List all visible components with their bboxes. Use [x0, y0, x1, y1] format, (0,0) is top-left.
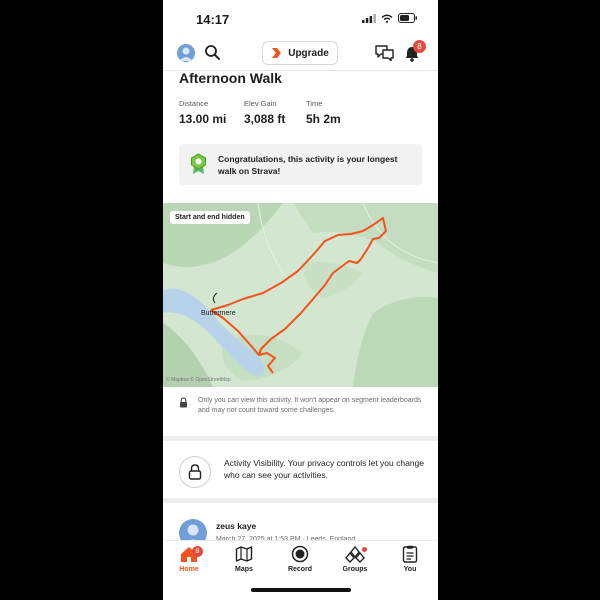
stat-label: Distance — [179, 99, 209, 108]
status-icons — [362, 13, 418, 23]
stat-time: Time 5h 2m — [306, 99, 341, 126]
map-place-label: Buttermere — [201, 310, 236, 317]
upgrade-chevron-icon — [272, 48, 282, 58]
nav-label: Home — [179, 566, 199, 573]
chat-icon[interactable] — [375, 44, 394, 61]
nav-label: Groups — [342, 566, 368, 573]
wifi-icon — [381, 14, 393, 23]
stat-value: 3,088 ft — [244, 112, 286, 126]
nav-you[interactable]: You — [388, 545, 432, 573]
activity-title: Afternoon Walk — [179, 70, 282, 86]
avatar-person-icon — [179, 47, 193, 61]
visibility-lock-button[interactable] — [179, 456, 211, 488]
avatar[interactable] — [177, 44, 195, 62]
achievement-banner[interactable]: Congratulations, this activity is your l… — [179, 144, 422, 185]
nav-record[interactable]: Record — [278, 545, 322, 573]
nav-home[interactable]: 8 Home — [167, 545, 211, 573]
visibility-text[interactable]: Activity Visibility. Your privacy contro… — [224, 457, 424, 481]
route-privacy-badge: Start and end hidden — [170, 211, 250, 224]
nav-home-badge: 8 — [192, 546, 203, 557]
status-bar: 14:17 — [163, 0, 438, 36]
lock-icon — [180, 397, 187, 408]
nav-label: Maps — [235, 566, 253, 573]
stat-label: Elev Gain — [244, 99, 277, 108]
signal-icon — [362, 13, 376, 23]
stat-label: Time — [306, 99, 323, 108]
map-icon — [235, 546, 253, 562]
nav-maps[interactable]: Maps — [222, 545, 266, 573]
upgrade-button[interactable]: Upgrade — [262, 41, 338, 65]
search-icon[interactable] — [204, 44, 221, 61]
privacy-note-text: Only you can view this activity. It won'… — [198, 397, 422, 414]
notification-badge: 8 — [413, 40, 426, 53]
nav-label: Record — [287, 566, 313, 573]
achievement-badge-icon — [191, 153, 206, 174]
stat-elevation: Elev Gain 3,088 ft — [244, 99, 285, 126]
section-separator — [163, 498, 438, 503]
map-terrain — [163, 203, 438, 387]
section-separator — [163, 436, 438, 441]
achievement-text: Congratulations, this activity is your l… — [218, 154, 398, 176]
groups-notification-dot — [362, 547, 367, 552]
notifications-button[interactable]: 8 — [404, 40, 426, 63]
stat-distance: Distance 13.00 mi — [179, 99, 226, 126]
home-indicator[interactable] — [251, 588, 351, 592]
upgrade-label: Upgrade — [288, 47, 329, 59]
stat-value: 13.00 mi — [179, 112, 227, 126]
nav-label: You — [403, 566, 417, 573]
nav-groups[interactable]: Groups — [333, 545, 377, 573]
stat-value: 5h 2m — [306, 112, 341, 126]
top-nav: Upgrade 8 — [163, 36, 438, 70]
route-map[interactable]: Start and end hidden Buttermere © Mapbox… — [163, 203, 438, 387]
post-author-name[interactable]: zeus kaye — [216, 521, 256, 531]
status-time: 14:17 — [196, 12, 230, 27]
phone-screen: 14:17 Upgrade 8 Afternoon Walk Distance … — [163, 0, 438, 600]
lock-icon — [188, 464, 202, 480]
record-icon — [291, 545, 309, 563]
map-attribution: © Mapbox © OpenStreetMap — [166, 377, 231, 383]
battery-icon — [398, 13, 417, 23]
profile-icon — [402, 545, 418, 563]
